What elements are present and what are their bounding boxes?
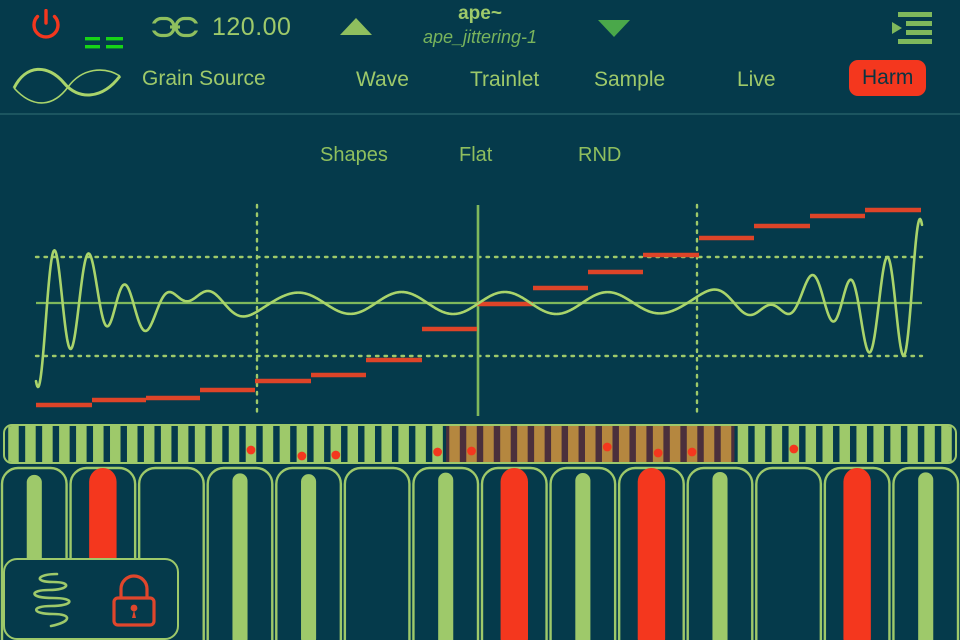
menu-indent-icon[interactable] [884, 11, 932, 49]
preset-display[interactable]: ape~ ape_jittering-1 [390, 2, 570, 48]
shapes-button[interactable]: Shapes [320, 144, 388, 167]
tab-sample[interactable]: Sample [594, 68, 665, 92]
preset-name: ape~ [458, 3, 502, 24]
sine-wave-logo-icon[interactable] [12, 62, 124, 104]
triangle-up-icon[interactable] [340, 18, 372, 35]
app-root: 120.00 ape~ ape_jittering-1 Grain Source… [0, 0, 960, 640]
preset-variant: ape_jittering-1 [422, 27, 538, 47]
top-bar: 120.00 ape~ ape_jittering-1 [0, 0, 960, 58]
tab-separator [0, 113, 960, 115]
shape-row: Shapes Flat RND [0, 144, 960, 178]
tab-harm[interactable]: Harm [849, 60, 927, 96]
tab-wave[interactable]: Wave [356, 68, 409, 92]
grain-source-label: Grain Source [142, 67, 266, 90]
tab-live[interactable]: Live [737, 68, 776, 92]
flat-button[interactable]: Flat [459, 144, 492, 167]
tempo-value[interactable]: 120.00 [212, 13, 291, 42]
triangle-down-icon[interactable] [598, 20, 630, 37]
power-icon[interactable] [30, 9, 62, 41]
spring-coil-icon[interactable] [27, 570, 81, 630]
harmonic-partial-strip[interactable] [3, 424, 957, 464]
tab-bar: Grain Source Wave Trainlet Sample Live H… [0, 56, 960, 110]
waveform-display[interactable] [0, 190, 960, 420]
tab-trainlet[interactable]: Trainlet [470, 68, 539, 92]
link-icon[interactable] [150, 14, 200, 40]
meter-icon[interactable] [85, 36, 123, 52]
lock-closed-icon[interactable] [105, 572, 163, 630]
bottom-tool-panel [3, 558, 179, 640]
rnd-button[interactable]: RND [578, 144, 621, 167]
